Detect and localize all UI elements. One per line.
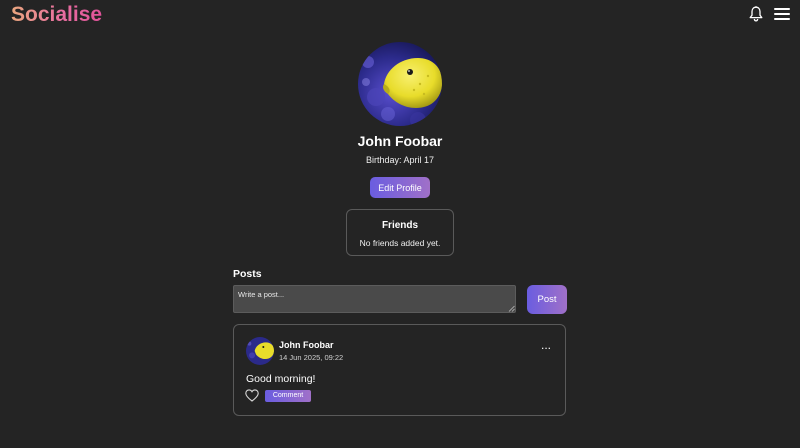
post-options-menu[interactable]: ... — [541, 339, 551, 351]
profile-birthday: Birthday: April 17 — [365, 155, 435, 165]
post-author-name[interactable]: John Foobar — [279, 340, 334, 350]
post-card: John Foobar 14 Jun 2025, 09:22 ... Good … — [233, 324, 566, 416]
app-logo[interactable]: Socialise — [11, 3, 102, 27]
post-content: Good morning! — [246, 373, 316, 385]
post-timestamp: 14 Jun 2025, 09:22 — [279, 353, 344, 362]
heart-icon[interactable] — [245, 389, 259, 402]
friends-title: Friends — [381, 220, 419, 231]
profile-name: John Foobar — [357, 133, 443, 149]
friends-empty-text: No friends added yet. — [359, 238, 441, 248]
resize-grip-icon[interactable] — [508, 305, 515, 312]
header-actions — [748, 5, 790, 23]
posts-heading: Posts — [233, 268, 262, 280]
profile-avatar — [358, 42, 442, 126]
post-input[interactable] — [233, 285, 516, 313]
friends-card: Friends No friends added yet. — [346, 209, 454, 256]
post-button[interactable]: Post — [527, 285, 567, 314]
comment-button[interactable]: Comment — [265, 390, 311, 402]
bell-icon[interactable] — [748, 5, 764, 23]
post-author-avatar[interactable] — [246, 337, 274, 365]
hamburger-menu-icon[interactable] — [774, 5, 790, 23]
edit-profile-button[interactable]: Edit Profile — [370, 177, 430, 198]
profile-page: Socialise John Foobar Birthday: April 17… — [0, 0, 800, 448]
